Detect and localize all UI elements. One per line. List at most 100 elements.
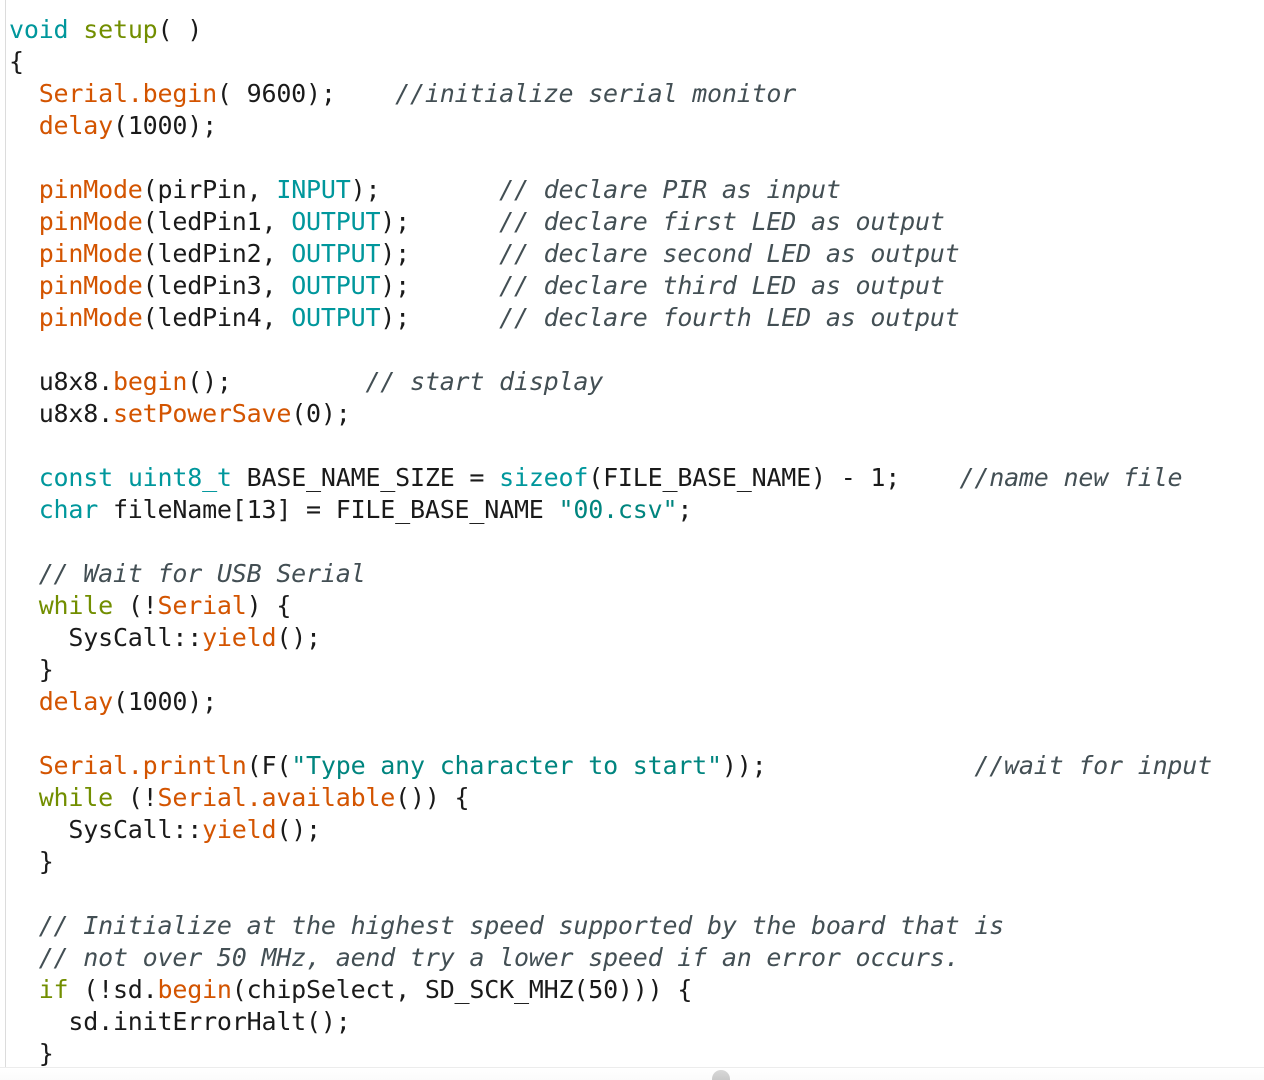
code-token-const: OUTPUT: [291, 239, 381, 268]
code-token-plain: );: [380, 271, 500, 300]
code-token-const: INPUT: [276, 175, 351, 204]
code-line[interactable]: Serial.begin( 9600); //initialize serial…: [9, 78, 1264, 110]
code-line[interactable]: SysCall::yield();: [9, 622, 1264, 654]
code-line[interactable]: while (!Serial.available()) {: [9, 782, 1264, 814]
code-token-plain: (ledPin4,: [142, 303, 292, 332]
code-token-comment: //wait for input: [974, 751, 1212, 780]
code-token-string: "00.csv": [558, 495, 678, 524]
code-line[interactable]: pinMode(ledPin4, OUTPUT); // declare fou…: [9, 302, 1264, 334]
code-token-plain: fileName[13] = FILE_BASE_NAME: [98, 495, 559, 524]
code-token-func: delay: [38, 687, 113, 716]
code-token-plain: ();: [276, 815, 321, 844]
code-token-func: yield: [202, 815, 277, 844]
code-line[interactable]: u8x8.begin(); // start display: [9, 366, 1264, 398]
code-token-func: pinMode: [38, 303, 143, 332]
code-editor-pane[interactable]: void setup( ){ Serial.begin( 9600); //in…: [0, 0, 1264, 1080]
code-line[interactable]: // Wait for USB Serial: [9, 558, 1264, 590]
code-token-plain: (ledPin1,: [142, 207, 292, 236]
code-line[interactable]: // not over 50 MHz, aend try a lower spe…: [9, 942, 1264, 974]
code-token-keyword: if: [38, 975, 69, 1004]
code-line[interactable]: }: [9, 846, 1264, 878]
code-token-plain: BASE_NAME_SIZE =: [231, 463, 500, 492]
scroll-handle[interactable]: [712, 1070, 730, 1080]
code-token-func: Serial.begin: [38, 79, 217, 108]
code-token-plain: ( ): [157, 15, 203, 44]
code-line[interactable]: sd.initErrorHalt();: [9, 1006, 1264, 1038]
code-line[interactable]: u8x8.setPowerSave(0);: [9, 398, 1264, 430]
code-line[interactable]: while (!Serial) {: [9, 590, 1264, 622]
code-line-blank[interactable]: [9, 430, 1264, 462]
code-token-keyword: while: [38, 591, 113, 620]
code-line[interactable]: delay(1000);: [9, 110, 1264, 142]
code-line[interactable]: pinMode(ledPin3, OUTPUT); // declare thi…: [9, 270, 1264, 302]
code-token-comment: // declare third LED as output: [499, 271, 945, 300]
code-line[interactable]: pinMode(ledPin1, OUTPUT); // declare fir…: [9, 206, 1264, 238]
code-token-plain: }: [9, 847, 54, 876]
code-token-comment: // start display: [365, 367, 604, 396]
code-line[interactable]: void setup( ): [9, 14, 1264, 46]
code-token-func: setPowerSave: [112, 399, 292, 428]
code-token-plain: (F(: [246, 751, 292, 780]
code-token-func: begin: [112, 367, 188, 396]
code-line[interactable]: delay(1000);: [9, 686, 1264, 718]
code-token-comment: // Initialize at the highest speed suppo…: [38, 911, 1005, 940]
code-line[interactable]: pinMode(ledPin2, OUTPUT); // declare sec…: [9, 238, 1264, 270]
code-token-func: yield: [202, 623, 277, 652]
code-line[interactable]: if (!sd.begin(chipSelect, SD_SCK_MHZ(50)…: [9, 974, 1264, 1006]
code-token-comment: // not over 50 MHz, aend try a lower spe…: [38, 943, 960, 972]
code-token-plain: );: [380, 207, 500, 236]
code-token-plain: (1000);: [112, 687, 217, 716]
code-token-type: sizeof: [499, 463, 589, 492]
code-token-plain: }: [9, 655, 54, 684]
code-line[interactable]: Serial.println(F("Type any character to …: [9, 750, 1264, 782]
code-text-area[interactable]: void setup( ){ Serial.begin( 9600); //in…: [0, 0, 1264, 1070]
code-token-plain: {: [9, 47, 24, 76]
code-line[interactable]: }: [9, 1038, 1264, 1070]
code-token-comment: //name new file: [959, 463, 1183, 492]
code-line-blank[interactable]: [9, 878, 1264, 910]
code-token-func: Serial: [157, 591, 247, 620]
code-token-plain: SysCall::: [9, 815, 203, 844]
code-token-plain: ();: [276, 623, 321, 652]
code-token-plain: ( 9600);: [216, 79, 396, 108]
code-line-blank[interactable]: [9, 526, 1264, 558]
code-line[interactable]: const uint8_t BASE_NAME_SIZE = sizeof(FI…: [9, 462, 1264, 494]
code-token-func: delay: [38, 111, 113, 140]
code-token-comment: //initialize serial monitor: [395, 79, 797, 108]
code-token-plain: (pirPin,: [142, 175, 277, 204]
code-token-plain: ));: [721, 751, 975, 780]
code-line[interactable]: {: [9, 46, 1264, 78]
code-token-keyword: setup: [83, 15, 158, 44]
code-token-plain: (1000);: [112, 111, 217, 140]
code-token-const: OUTPUT: [291, 303, 381, 332]
code-line[interactable]: char fileName[13] = FILE_BASE_NAME "00.c…: [9, 494, 1264, 526]
code-token-plain: );: [380, 303, 500, 332]
code-token-func: pinMode: [38, 175, 143, 204]
code-line[interactable]: // Initialize at the highest speed suppo…: [9, 910, 1264, 942]
code-token-plain: (ledPin3,: [142, 271, 292, 300]
code-token-type: const: [38, 463, 113, 492]
code-line[interactable]: SysCall::yield();: [9, 814, 1264, 846]
code-token-func: Serial.available: [157, 783, 396, 812]
code-token-func: pinMode: [38, 271, 143, 300]
code-token-comment: // declare first LED as output: [499, 207, 945, 236]
code-line[interactable]: }: [9, 654, 1264, 686]
code-token-comment: // declare fourth LED as output: [499, 303, 960, 332]
code-line-blank[interactable]: [9, 334, 1264, 366]
code-line[interactable]: pinMode(pirPin, INPUT); // declare PIR a…: [9, 174, 1264, 206]
code-line-blank[interactable]: [9, 142, 1264, 174]
code-line-blank[interactable]: [9, 718, 1264, 750]
